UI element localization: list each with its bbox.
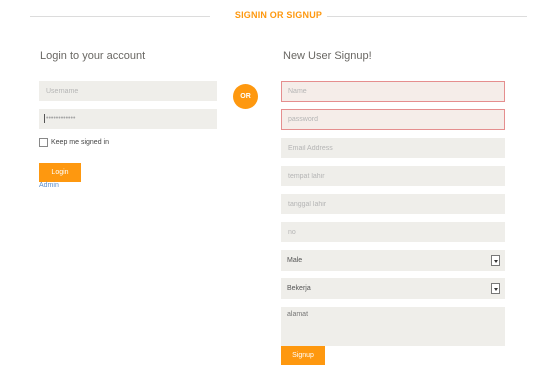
chevron-down-icon[interactable] — [491, 283, 500, 294]
login-password-input[interactable]: •••••••••••• — [39, 109, 217, 129]
keep-signed-in-label: Keep me signed in — [51, 139, 109, 146]
signup-password-input[interactable] — [281, 109, 505, 130]
status-select-value: Bekerja — [287, 285, 311, 292]
keep-signed-in-row[interactable]: Keep me signed in — [39, 138, 109, 147]
signup-section-title: New User Signup! — [283, 50, 372, 62]
login-button[interactable]: Login — [39, 163, 81, 182]
admin-link[interactable]: Admin — [39, 182, 59, 189]
login-section-title: Login to your account — [40, 50, 146, 62]
page: SIGNIN OR SIGNUP Login to your account •… — [0, 0, 557, 374]
page-title: SIGNIN OR SIGNUP — [234, 10, 323, 20]
tanggal-lahir-input[interactable] — [281, 194, 505, 214]
header-divider-right — [327, 16, 527, 17]
signup-email-input[interactable] — [281, 138, 505, 158]
alamat-textarea[interactable] — [281, 307, 505, 346]
signup-name-input[interactable] — [281, 81, 505, 102]
password-masked-value: •••••••••••• — [46, 115, 76, 122]
status-select[interactable]: Bekerja — [281, 278, 505, 299]
chevron-down-icon[interactable] — [491, 255, 500, 266]
tempat-lahir-input[interactable] — [281, 166, 505, 186]
or-divider-badge: OR — [233, 84, 258, 109]
keep-signed-in-checkbox[interactable] — [39, 138, 48, 147]
username-input[interactable] — [39, 81, 217, 101]
text-caret — [44, 113, 45, 123]
signup-button[interactable]: Signup — [281, 346, 325, 365]
gender-select-value: Male — [287, 257, 303, 264]
gender-select[interactable]: Male — [281, 250, 505, 271]
no-input[interactable] — [281, 222, 505, 242]
